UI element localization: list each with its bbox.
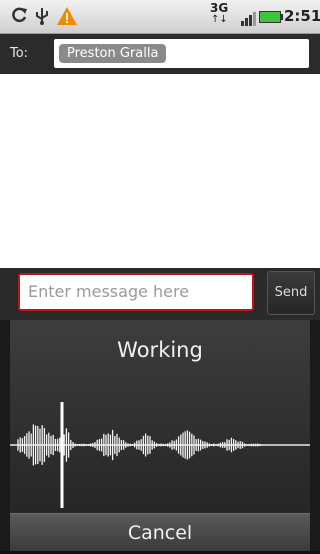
data-activity-arrows: ↑↓ bbox=[211, 14, 228, 25]
send-button[interactable]: Send bbox=[267, 271, 315, 315]
message-input[interactable]: Enter message here bbox=[18, 273, 254, 311]
cancel-button[interactable]: Cancel bbox=[10, 513, 310, 552]
voice-input-panel: Working bbox=[10, 320, 310, 513]
panel-edge-right bbox=[310, 320, 320, 513]
signal-icon bbox=[241, 12, 256, 26]
warning-icon bbox=[57, 7, 77, 25]
status-bar: 3G ↑↓ 2:51 bbox=[0, 0, 320, 34]
voice-status-title: Working bbox=[117, 338, 203, 362]
audio-waveform bbox=[10, 402, 310, 508]
message-thread bbox=[0, 74, 320, 268]
recipient-bar: To: Preston Gralla bbox=[0, 34, 320, 74]
recipient-chip[interactable]: Preston Gralla bbox=[59, 44, 167, 63]
battery-icon bbox=[259, 11, 283, 23]
network-type-label: 3G bbox=[210, 1, 229, 15]
compose-bar: Enter message here Send bbox=[0, 268, 320, 320]
panel-edge-left-bottom bbox=[0, 513, 10, 554]
clock: 2:51 bbox=[284, 7, 320, 25]
usb-icon bbox=[36, 8, 48, 25]
phone-screen: 3G ↑↓ 2:51 To: Preston Gralla Enter mess… bbox=[0, 0, 320, 554]
to-label: To: bbox=[10, 46, 29, 61]
recipient-field[interactable]: Preston Gralla bbox=[54, 39, 309, 68]
panel-edge-right-bottom bbox=[310, 513, 320, 554]
sync-icon bbox=[12, 7, 27, 23]
panel-edge-left bbox=[0, 320, 10, 513]
